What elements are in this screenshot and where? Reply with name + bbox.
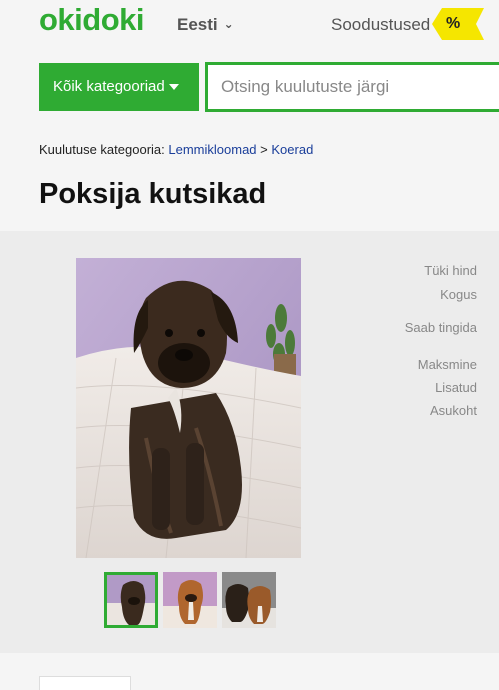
bottom-tab[interactable] bbox=[39, 676, 131, 690]
breadcrumb-separator: > bbox=[260, 142, 268, 157]
deal-percent-text: % bbox=[446, 15, 461, 32]
deals-link[interactable]: Soodustused bbox=[331, 15, 430, 35]
okidoki-logo[interactable]: okidoki bbox=[39, 2, 145, 38]
all-categories-button[interactable]: Kõik kategooriad bbox=[39, 63, 199, 111]
main-photo[interactable] bbox=[76, 258, 301, 558]
property-quantity: Kogus bbox=[440, 287, 477, 302]
property-added: Lisatud bbox=[435, 380, 477, 395]
breadcrumb-link-pets[interactable]: Lemmikloomad bbox=[168, 142, 256, 157]
thumbnail-1[interactable] bbox=[104, 572, 158, 628]
property-location: Asukoht bbox=[430, 403, 477, 418]
search-input[interactable] bbox=[208, 65, 499, 109]
language-selector[interactable]: Eesti ⌄ bbox=[177, 15, 234, 35]
property-payment: Maksmine bbox=[417, 357, 477, 372]
chevron-down-icon: ⌄ bbox=[223, 17, 234, 31]
property-negotiable: Saab tingida bbox=[404, 320, 477, 335]
listing-title: Poksija kutsikad bbox=[39, 178, 267, 210]
breadcrumb: Kuulutuse kategooria: Lemmikloomad > Koe… bbox=[39, 142, 313, 157]
caret-down-icon bbox=[169, 84, 179, 90]
all-categories-label: Kõik kategooriad bbox=[53, 78, 165, 95]
property-unit-price: Tüki hind bbox=[424, 263, 477, 278]
search-box[interactable] bbox=[205, 62, 499, 112]
language-label: Eesti bbox=[177, 15, 218, 34]
thumbnail-2[interactable] bbox=[163, 572, 217, 628]
breadcrumb-link-dogs[interactable]: Koerad bbox=[271, 142, 313, 157]
thumbnail-3[interactable] bbox=[222, 572, 276, 628]
top-bar: okidoki Eesti ⌄ Soodustused % bbox=[0, 0, 499, 48]
breadcrumb-prefix: Kuulutuse kategooria: bbox=[39, 142, 165, 157]
